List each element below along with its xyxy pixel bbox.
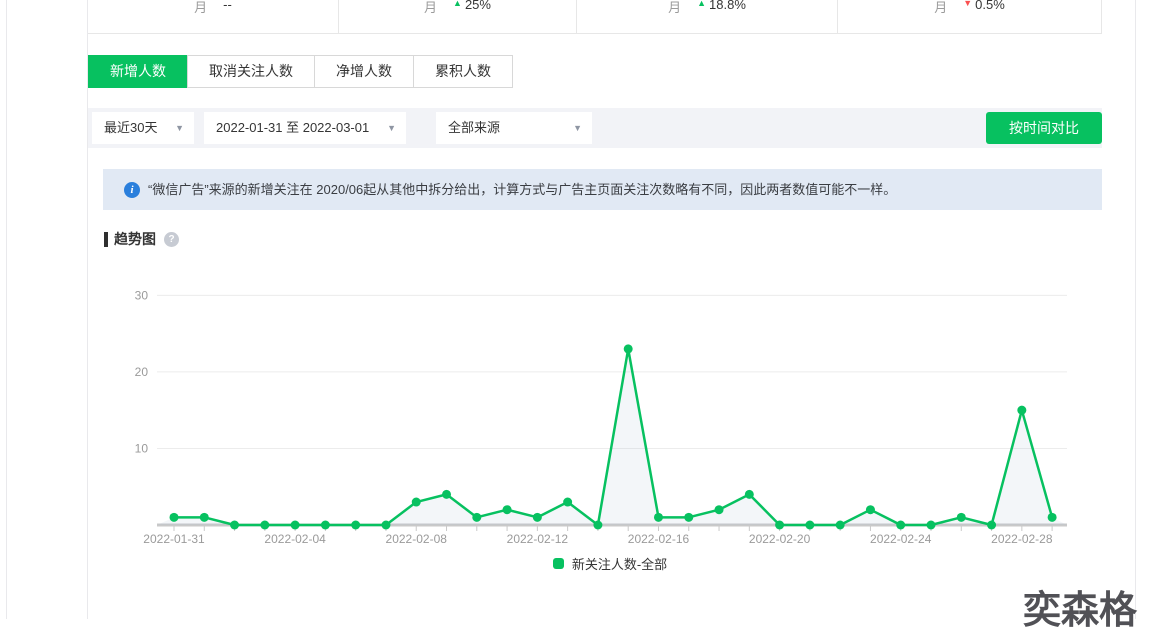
page-left-border <box>6 0 7 619</box>
date-range-value: 2022-01-31 至 2022-03-01 <box>216 120 370 135</box>
stat-period-label: 月 <box>934 0 948 15</box>
chart-point-2022-02-08[interactable] <box>411 497 421 507</box>
chart-point-2022-01-31[interactable] <box>169 512 179 522</box>
svg-text:10: 10 <box>135 441 149 455</box>
stat-trend-value: ▲ 18.8% <box>697 0 746 33</box>
trend-up-icon: ▲ <box>453 0 462 8</box>
stat-trend-value: ▼ 0.5% <box>963 0 1005 33</box>
chart-point-2022-02-17[interactable] <box>684 512 694 522</box>
chart-point-2022-02-19[interactable] <box>744 489 754 499</box>
stat-cell: 月 ▼ 0.5% <box>838 0 1102 33</box>
time-range-value: 最近30天 <box>104 120 158 135</box>
chart-point-2022-02-26[interactable] <box>956 512 966 522</box>
stat-period-label: 月 <box>668 0 682 15</box>
chevron-down-icon: ▼ <box>387 123 396 133</box>
svg-text:2022-02-28: 2022-02-28 <box>991 532 1053 546</box>
trend-down-icon: ▼ <box>963 0 973 8</box>
filter-bar: 最近30天 ▼ 2022-01-31 至 2022-03-01 ▼ 全部来源 ▼… <box>88 108 1102 148</box>
chart-point-2022-02-11[interactable] <box>502 505 512 515</box>
notice-text: “微信广告”来源的新增关注在 2020/06起从其他中拆分给出，计算方式与广告主… <box>148 182 897 197</box>
chart-point-2022-02-16[interactable] <box>653 512 663 522</box>
chart-point-2022-02-24[interactable] <box>896 520 906 530</box>
chart-point-2022-02-02[interactable] <box>230 520 240 530</box>
chart-point-2022-02-05[interactable] <box>320 520 330 530</box>
chart-point-2022-02-22[interactable] <box>835 520 845 530</box>
chart-point-2022-02-18[interactable] <box>714 505 724 515</box>
source-dropdown[interactable]: 全部来源 ▼ <box>436 112 592 144</box>
source-value: 全部来源 <box>448 120 501 135</box>
tab-取消关注人数[interactable]: 取消关注人数 <box>187 55 315 88</box>
chart-point-2022-02-09[interactable] <box>442 489 452 499</box>
stat-period-label: 月 <box>194 0 208 15</box>
chart-point-2022-02-15[interactable] <box>623 344 633 354</box>
section-title-text: 趋势图 <box>114 231 156 247</box>
chart-point-2022-02-23[interactable] <box>865 505 875 515</box>
help-icon[interactable]: ? <box>164 231 179 247</box>
chevron-down-icon: ▼ <box>175 123 184 133</box>
chevron-down-icon: ▼ <box>573 123 582 133</box>
info-icon: i <box>124 182 140 198</box>
svg-text:20: 20 <box>135 365 149 379</box>
stat-cell: 月 ▲ 25% <box>339 0 577 33</box>
chart-point-2022-02-04[interactable] <box>290 520 300 530</box>
notice-banner: i “微信广告”来源的新增关注在 2020/06起从其他中拆分给出，计算方式与广… <box>103 169 1102 210</box>
svg-text:2022-01-31: 2022-01-31 <box>143 532 205 546</box>
chart-point-2022-02-03[interactable] <box>260 520 270 530</box>
svg-text:2022-02-08: 2022-02-08 <box>386 532 448 546</box>
chart-point-2022-02-07[interactable] <box>381 520 391 530</box>
content-right-border <box>1135 0 1136 619</box>
trend-chart: 10 20 30 2022-01-31 2022-02-04 2022-02-08 2022… <box>88 258 1102 554</box>
legend-label: 新关注人数-全部 <box>571 557 668 572</box>
chart-point-2022-02-28[interactable] <box>1017 405 1027 415</box>
chart-legend[interactable]: 新关注人数-全部 <box>88 554 1102 573</box>
svg-text:2022-02-16: 2022-02-16 <box>628 532 690 546</box>
svg-text:2022-02-20: 2022-02-20 <box>749 532 811 546</box>
trend-chart-svg: 10 20 30 2022-01-31 2022-02-04 2022-02-08 2022… <box>135 288 1067 546</box>
chart-point-2022-02-13[interactable] <box>563 497 573 507</box>
legend-swatch <box>552 558 564 569</box>
chart-point-2022-02-06[interactable] <box>351 520 361 530</box>
time-range-dropdown[interactable]: 最近30天 ▼ <box>92 112 194 144</box>
chart-point-2022-02-21[interactable] <box>805 520 815 530</box>
stat-cell: 月 -- <box>88 0 339 33</box>
stat-trend-value: ▲ 25% <box>453 0 491 33</box>
svg-text:2022-02-12: 2022-02-12 <box>507 532 569 546</box>
svg-text:30: 30 <box>135 288 149 302</box>
date-range-dropdown[interactable]: 2022-01-31 至 2022-03-01 ▼ <box>204 112 406 144</box>
stat-period-label: 月 <box>424 0 438 15</box>
tab-新增人数[interactable]: 新增人数 <box>88 55 188 88</box>
metric-tabs: 新增人数 取消关注人数 净增人数 累积人数 <box>88 55 513 88</box>
stats-strip: 月 -- 月 ▲ 25% 月 ▲ 18.8% 月 ▼ 0.5% <box>88 0 1102 34</box>
trend-up-icon: ▲ <box>697 0 707 8</box>
compare-by-time-button[interactable]: 按时间对比 <box>986 112 1102 144</box>
tab-累积人数[interactable]: 累积人数 <box>413 55 513 88</box>
svg-text:2022-02-04: 2022-02-04 <box>264 532 326 546</box>
chart-point-2022-02-12[interactable] <box>532 512 542 522</box>
chart-point-2022-03-01[interactable] <box>1047 512 1057 522</box>
chart-point-2022-02-20[interactable] <box>775 520 785 530</box>
title-accent-bar <box>104 231 108 247</box>
stat-cell: 月 ▲ 18.8% <box>577 0 838 33</box>
chart-point-2022-02-01[interactable] <box>199 512 209 522</box>
section-title: 趋势图 ? <box>104 230 179 248</box>
chart-point-2022-02-10[interactable] <box>472 512 482 522</box>
chart-point-2022-02-27[interactable] <box>987 520 997 530</box>
watermark-text: 奕森格 <box>1023 590 1138 632</box>
chart-point-2022-02-14[interactable] <box>593 520 603 530</box>
chart-point-2022-02-25[interactable] <box>926 520 936 530</box>
svg-text:2022-02-24: 2022-02-24 <box>870 532 932 546</box>
stat-trend-value: -- <box>223 0 232 12</box>
tab-净增人数[interactable]: 净增人数 <box>314 55 414 88</box>
